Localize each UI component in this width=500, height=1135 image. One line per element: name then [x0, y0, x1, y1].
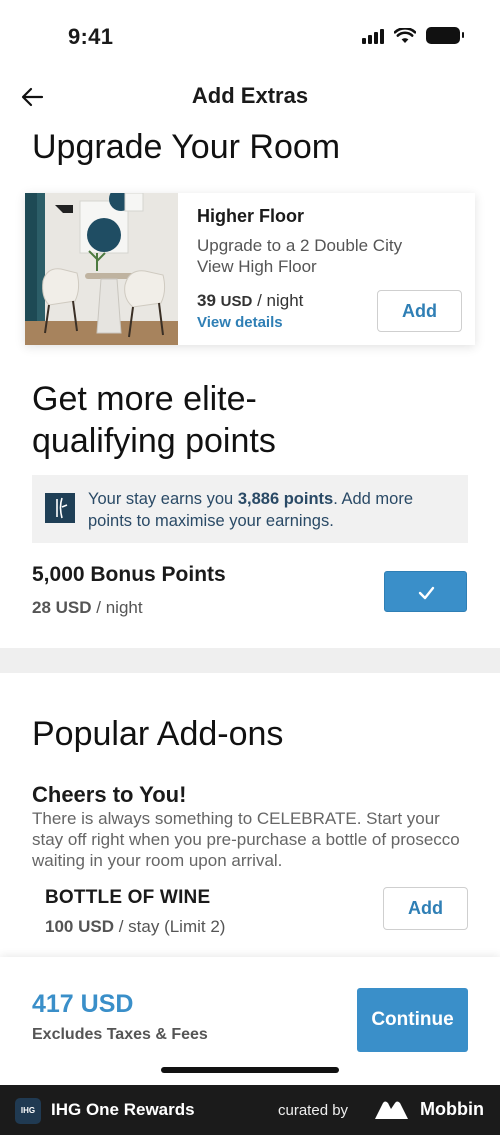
ihg-logo-icon: IHG — [15, 1098, 41, 1124]
bonus-points-price: 28 USD / night — [32, 598, 143, 618]
nav-header: Add Extras — [0, 74, 500, 118]
upgrade-price-currency: USD — [220, 293, 253, 310]
wine-product-name: BOTTLE OF WINE — [45, 887, 211, 908]
mobbin-logo-icon — [375, 1101, 408, 1119]
status-time: 9:41 — [68, 24, 114, 49]
wine-price-unit: / stay (Limit 2) — [118, 917, 226, 936]
bonus-price-unit: / night — [96, 598, 143, 617]
total-amount: 417 USD — [32, 990, 134, 1018]
view-details-link[interactable]: View details — [197, 314, 283, 331]
upgrade-title: Higher Floor — [197, 206, 304, 226]
bonus-points-title: 5,000 Bonus Points — [32, 563, 226, 586]
points-section-heading: Get more elite-qualifying points — [32, 380, 276, 460]
total-note: Excludes Taxes & Fees — [32, 1026, 208, 1043]
wine-product-price: 100 USD / stay (Limit 2) — [45, 917, 225, 937]
status-bar: 9:41 — [0, 0, 500, 74]
points-info-value: 3,886 points — [237, 490, 334, 508]
battery-icon — [426, 27, 464, 44]
add-upgrade-button[interactable]: Add — [377, 290, 462, 332]
curator-name: Mobbin — [420, 1099, 484, 1119]
addons-section-heading: Popular Add-ons — [32, 715, 284, 753]
upgrade-price-unit: / night — [257, 291, 304, 310]
checkmark-icon — [418, 586, 435, 600]
curated-by-label: curated by — [278, 1102, 349, 1119]
cellular-signal-icon — [362, 28, 384, 44]
points-info-prefix: Your stay earns you — [88, 490, 238, 508]
add-wine-button[interactable]: Add — [383, 887, 468, 930]
app-name: IHG One Rewards — [51, 1100, 195, 1119]
brand-bar: IHG IHG One Rewards curated by Mobbin — [0, 1085, 500, 1135]
bonus-points-selected-button[interactable] — [384, 571, 467, 612]
continue-button[interactable]: Continue — [357, 988, 468, 1052]
wifi-icon — [394, 27, 416, 43]
points-info-box: Your stay earns you 3,886 points. Add mo… — [32, 475, 468, 543]
section-divider — [0, 648, 500, 673]
upgrade-card: Higher Floor Upgrade to a 2 Double City … — [25, 193, 475, 345]
hotel-brand-icon — [45, 493, 75, 523]
checkout-footer: 417 USD Excludes Taxes & Fees Continue — [0, 957, 500, 1085]
addon-description: There is always something to CELEBRATE. … — [32, 809, 460, 870]
upgrade-price-amount: 39 — [197, 291, 216, 310]
upgrade-card-body: Higher Floor Upgrade to a 2 Double City … — [178, 193, 475, 345]
upgrade-price: 39 USD / night — [197, 291, 303, 311]
bonus-price-amount: 28 USD — [32, 598, 92, 617]
upgrade-description: Upgrade to a 2 Double City View High Flo… — [197, 236, 403, 276]
page-title: Add Extras — [191, 83, 309, 108]
room-photo — [25, 193, 178, 345]
home-indicator[interactable] — [161, 1067, 339, 1073]
status-icons — [362, 27, 464, 44]
wine-price-amount: 100 USD — [45, 917, 114, 936]
upgrade-section-heading: Upgrade Your Room — [32, 128, 341, 166]
addon-title: Cheers to You! — [32, 782, 187, 807]
points-info-text: Your stay earns you 3,886 points. Add mo… — [88, 488, 460, 532]
